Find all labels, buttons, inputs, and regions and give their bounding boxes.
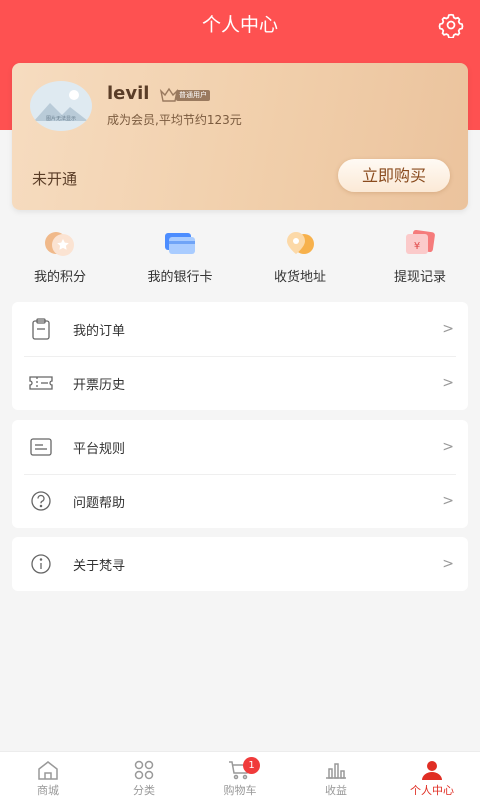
user-level-badge: 普通用户 xyxy=(159,87,210,103)
image-placeholder-icon xyxy=(34,90,88,121)
menu-item-my-orders[interactable]: 我的订单 > xyxy=(12,302,468,356)
tab-category[interactable]: 分类 xyxy=(96,752,192,800)
bar-chart-icon xyxy=(326,763,346,779)
chevron-right-icon: > xyxy=(442,375,454,391)
menu-group-about: 关于梵寻 > xyxy=(12,537,468,591)
menu-item-about[interactable]: 关于梵寻 > xyxy=(12,537,468,591)
page-title: 个人中心 xyxy=(201,14,278,36)
membership-status: 未开通 xyxy=(32,170,78,188)
badge-label: 普通用户 xyxy=(176,89,210,101)
quick-link-label: 我的积分 xyxy=(33,270,86,285)
quick-link-label: 提现记录 xyxy=(393,270,446,285)
clipboard-icon xyxy=(32,318,50,340)
menu-item-help[interactable]: 问题帮助 > xyxy=(12,474,468,528)
settings-button[interactable] xyxy=(438,12,464,39)
tab-earnings[interactable]: 收益 xyxy=(288,752,384,800)
menu-item-invoice-history[interactable]: 开票历史 > xyxy=(12,356,468,410)
tab-label: 购物车 xyxy=(223,784,257,797)
cart-count-badge: 1 xyxy=(243,757,260,774)
withdraw-icon: ¥ xyxy=(406,229,435,254)
chevron-right-icon: > xyxy=(442,493,454,509)
svg-text:¥: ¥ xyxy=(414,241,420,252)
avatar[interactable]: 图片无法显示 xyxy=(30,81,92,131)
tab-mall[interactable]: 商城 xyxy=(0,752,96,800)
chevron-right-icon: > xyxy=(442,321,454,337)
grid-icon xyxy=(134,760,154,780)
menu-group-orders: 我的订单 > 开票历史 > xyxy=(12,302,468,410)
bottom-tab-bar: 商城 分类 1 购物车 收益 个人中心 xyxy=(0,751,480,800)
quick-link-points[interactable]: 我的积分 xyxy=(0,228,120,288)
gear-icon xyxy=(438,13,464,39)
help-icon xyxy=(31,491,51,511)
tab-label: 分类 xyxy=(133,784,155,797)
tab-label: 个人中心 xyxy=(410,784,454,797)
quick-link-bank-card[interactable]: 我的银行卡 xyxy=(120,228,240,288)
menu-label: 平台规则 xyxy=(73,441,126,457)
quick-link-label: 收货地址 xyxy=(273,270,326,285)
chevron-right-icon: > xyxy=(442,556,454,572)
avatar-caption: 图片无法显示 xyxy=(45,116,76,122)
person-icon xyxy=(422,761,442,780)
tab-cart[interactable]: 1 购物车 xyxy=(192,752,288,800)
menu-group-rules: 平台规则 > 问题帮助 > xyxy=(12,420,468,528)
menu-label: 我的订单 xyxy=(73,323,126,339)
tab-personal-center[interactable]: 个人中心 xyxy=(384,752,480,800)
chevron-right-icon: > xyxy=(442,439,454,455)
member-description: 成为会员,平均节约123元 xyxy=(107,113,242,127)
tab-label: 收益 xyxy=(325,784,347,797)
ticket-icon xyxy=(29,376,53,390)
quick-link-withdraw-records[interactable]: ¥ 提现记录 xyxy=(360,228,480,288)
location-icon xyxy=(287,232,314,254)
menu-label: 开票历史 xyxy=(73,377,126,393)
quick-link-label: 我的银行卡 xyxy=(147,270,213,285)
tab-label: 商城 xyxy=(37,784,59,797)
menu-label: 问题帮助 xyxy=(73,495,126,511)
membership-card: 图片无法显示 levil 普通用户 成为会员,平均节约123元 未开通 立即购买 xyxy=(12,63,468,210)
menu-item-platform-rules[interactable]: 平台规则 > xyxy=(12,420,468,474)
bank-card-icon xyxy=(165,233,195,254)
home-icon xyxy=(38,761,58,780)
points-icon xyxy=(45,232,74,256)
quick-links: 我的积分 我的银行卡 收货地址 ¥ 提现记录 xyxy=(0,228,480,288)
username: levil xyxy=(107,83,150,104)
document-icon xyxy=(30,438,52,456)
menu-label: 关于梵寻 xyxy=(73,558,126,574)
info-icon xyxy=(31,554,51,574)
buy-now-button[interactable]: 立即购买 xyxy=(338,159,450,192)
quick-link-address[interactable]: 收货地址 xyxy=(240,228,360,288)
